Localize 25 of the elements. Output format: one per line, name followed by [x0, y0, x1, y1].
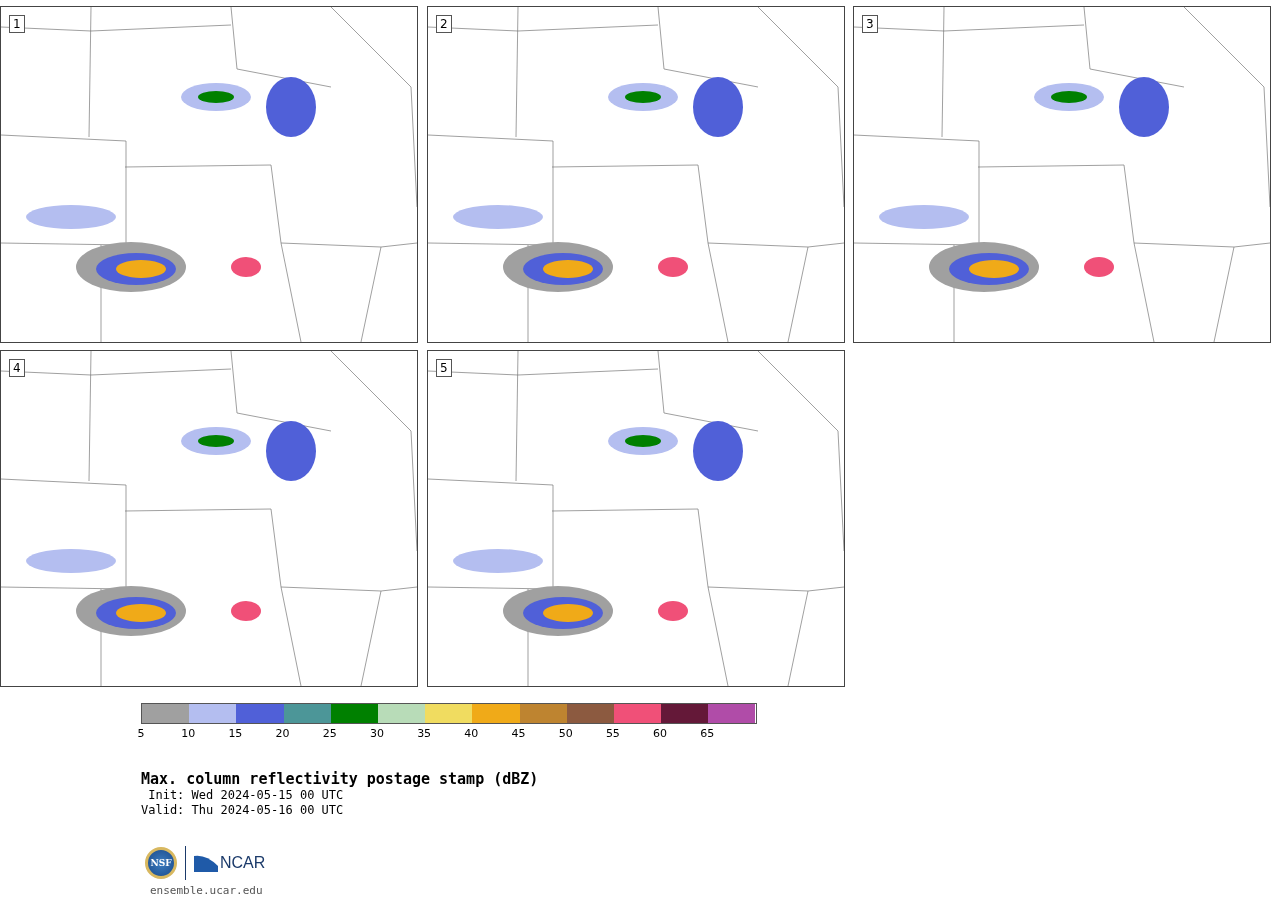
- scale-tick-label: 20: [275, 727, 290, 740]
- valid-time: Valid: Thu 2024-05-16 00 UTC: [141, 803, 344, 818]
- scale-tick-label: 45: [511, 727, 526, 740]
- logo-text: NSF: [150, 858, 172, 868]
- scale-tick-label: 65: [700, 727, 715, 740]
- panel-number: 4: [9, 359, 25, 377]
- wave-icon: [194, 854, 218, 872]
- logo-text: NCAR: [220, 854, 266, 872]
- panel-number: 3: [862, 15, 878, 33]
- scale-tick-label: 5: [137, 727, 145, 740]
- scale-tick-label: 50: [558, 727, 573, 740]
- init-time: Init: Wed 2024-05-15 00 UTC: [147, 788, 344, 803]
- scale-tick-label: 35: [417, 727, 432, 740]
- scale-tick-label: 25: [322, 727, 337, 740]
- scale-tick-label: 30: [369, 727, 384, 740]
- site-url: ensemble.ucar.edu: [150, 884, 264, 897]
- scale-tick-label: 15: [228, 727, 243, 740]
- scale-tick-label: 10: [181, 727, 196, 740]
- chart-title: Max. column reflectivity postage stamp (dBZ): [141, 770, 539, 788]
- scale-tick-label: 60: [653, 727, 668, 740]
- panel-number: 2: [436, 15, 452, 33]
- scale-tick-label: 55: [605, 727, 620, 740]
- panel-number: 5: [436, 359, 452, 377]
- scale-tick-label: 40: [464, 727, 479, 740]
- panel-number: 1: [9, 15, 25, 33]
